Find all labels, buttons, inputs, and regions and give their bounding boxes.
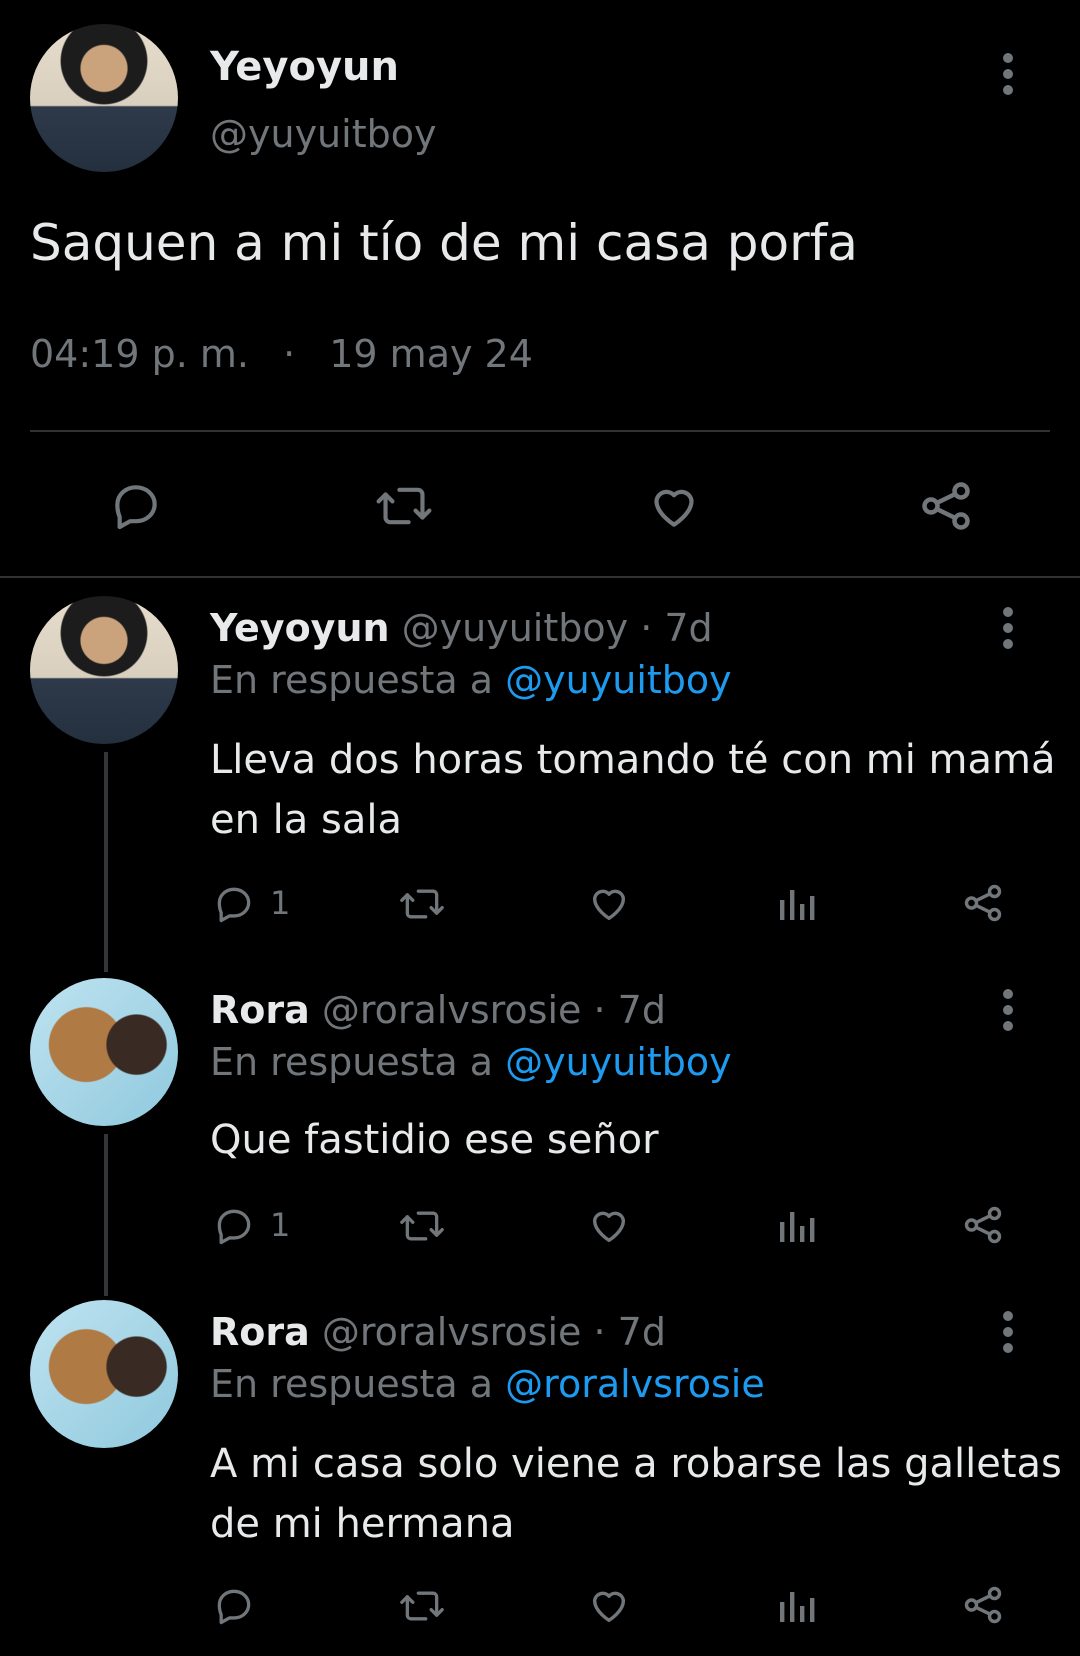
reply-text-line: Que fastidio ese señor (210, 1117, 659, 1163)
views-icon[interactable] (776, 1586, 816, 1626)
like-icon[interactable] (586, 1582, 632, 1628)
views-icon[interactable] (776, 884, 816, 924)
views-icon[interactable] (776, 1206, 816, 1246)
reply-text-line: A mi casa solo viene a robarse las galle… (210, 1441, 1062, 1487)
avatar[interactable] (30, 978, 178, 1126)
reply-context: En respuesta a @yuyuitboy (210, 1040, 732, 1084)
like-icon[interactable] (586, 1202, 632, 1248)
reply-display-name[interactable]: Yeyoyun (210, 606, 390, 650)
thread-line (104, 1134, 108, 1296)
avatar[interactable] (30, 24, 178, 172)
like-icon[interactable] (586, 880, 632, 926)
reply-text: A mi casa solo viene a robarse las galle… (210, 1434, 1062, 1554)
divider (30, 430, 1050, 432)
reply-display-name[interactable]: Rora (210, 988, 310, 1032)
reply-count: 1 (270, 884, 291, 922)
reply-context: En respuesta a @yuyuitboy (210, 658, 732, 702)
reply-handle[interactable]: @roralvsrosie (322, 1310, 582, 1354)
reply-age: · 7d (593, 1310, 666, 1354)
more-vertical-icon[interactable] (1002, 606, 1014, 650)
reply-icon[interactable] (212, 1584, 256, 1628)
reply-to-link[interactable]: @yuyuitboy (505, 1040, 731, 1084)
reply-prefix: En respuesta a (210, 1362, 494, 1406)
retweet-icon[interactable] (374, 478, 434, 534)
share-icon[interactable] (960, 880, 1006, 926)
reply-icon[interactable] (108, 478, 164, 534)
reply-age: · 7d (593, 988, 666, 1032)
tweet-time: 04:19 p. m. (30, 332, 249, 376)
share-icon[interactable] (960, 1202, 1006, 1248)
share-icon[interactable] (960, 1582, 1006, 1628)
reply-prefix: En respuesta a (210, 658, 494, 702)
reply-count: 1 (270, 1206, 291, 1244)
reply-handle[interactable]: @yuyuitboy (402, 606, 628, 650)
reply-text: Lleva dos horas tomando té con mi mamá e… (210, 730, 1056, 850)
reply-handle[interactable]: @roralvsrosie (322, 988, 582, 1032)
reply-to-link[interactable]: @roralvsrosie (505, 1362, 765, 1406)
reply-text-line: en la sala (210, 797, 402, 843)
reply-header: Rora @roralvsrosie · 7d (210, 1310, 666, 1354)
retweet-icon[interactable] (396, 1204, 448, 1248)
reply-prefix: En respuesta a (210, 1040, 494, 1084)
section-divider (0, 576, 1080, 578)
main-handle[interactable]: @yuyuitboy (210, 112, 436, 156)
reply-to-link[interactable]: @yuyuitboy (505, 658, 731, 702)
tweet-thread-page: Yeyoyun @yuyuitboy Saquen a mi tío de mi… (0, 0, 1080, 1656)
main-tweet-text: Saquen a mi tío de mi casa porfa (30, 214, 858, 272)
share-icon[interactable] (916, 476, 976, 536)
avatar[interactable] (30, 596, 178, 744)
avatar[interactable] (30, 1300, 178, 1448)
thread-line (104, 752, 108, 972)
more-vertical-icon[interactable] (1002, 52, 1014, 96)
retweet-icon[interactable] (396, 1584, 448, 1628)
reply-header: Yeyoyun @yuyuitboy · 7d (210, 606, 713, 650)
reply-header: Rora @roralvsrosie · 7d (210, 988, 666, 1032)
like-icon[interactable] (646, 478, 702, 534)
more-vertical-icon[interactable] (1002, 1310, 1014, 1354)
retweet-icon[interactable] (396, 882, 448, 926)
tweet-timestamp: 04:19 p. m. · 19 may 24 (30, 332, 533, 376)
reply-text-line: de mi hermana (210, 1501, 515, 1547)
tweet-date: 19 may 24 (329, 332, 533, 376)
reply-display-name[interactable]: Rora (210, 1310, 310, 1354)
reply-text: Que fastidio ese señor (210, 1110, 659, 1170)
reply-icon[interactable] (212, 882, 256, 926)
timestamp-separator: · (283, 332, 296, 376)
reply-age: · 7d (640, 606, 713, 650)
reply-text-line: Lleva dos horas tomando té con mi mamá (210, 737, 1056, 783)
reply-icon[interactable] (212, 1204, 256, 1248)
main-display-name[interactable]: Yeyoyun (210, 44, 399, 90)
reply-context: En respuesta a @roralvsrosie (210, 1362, 765, 1406)
more-vertical-icon[interactable] (1002, 988, 1014, 1032)
